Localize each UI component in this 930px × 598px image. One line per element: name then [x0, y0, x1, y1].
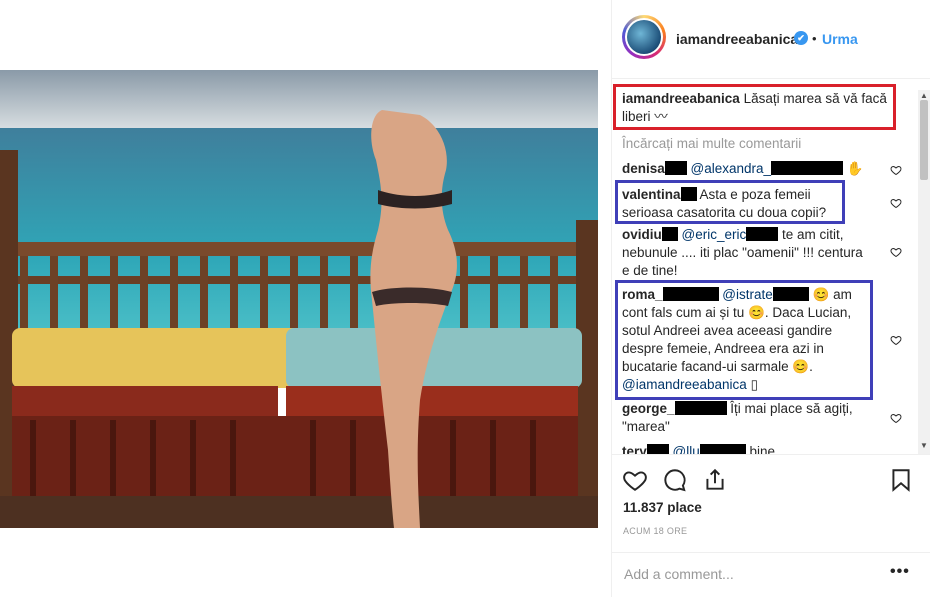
post-header: iamandreeabanica ✔ • Urma	[612, 0, 930, 79]
redaction-bar	[746, 227, 779, 241]
like-comment-heart-icon[interactable]	[890, 412, 902, 424]
comment-mention[interactable]: @alexandra_	[691, 161, 772, 176]
likes-count[interactable]: 11.837 place	[623, 500, 702, 515]
load-more-comments-button[interactable]: Încărcați mai multe comentarii	[622, 136, 801, 151]
post-timestamp[interactable]: ACUM 18 ORE	[623, 526, 687, 536]
scroll-down-arrow-icon[interactable]: ▼	[920, 442, 928, 450]
like-comment-heart-icon[interactable]	[890, 164, 902, 176]
share-icon[interactable]	[702, 467, 728, 493]
like-heart-icon[interactable]	[622, 467, 648, 493]
post-photo[interactable]	[0, 70, 598, 528]
comment-username[interactable]: ovidiu	[622, 227, 662, 242]
like-comment-heart-icon[interactable]	[890, 246, 902, 258]
verified-badge-icon: ✔	[794, 31, 808, 45]
highlight-box-red	[613, 84, 896, 130]
comment-username[interactable]: denisa	[622, 161, 665, 176]
comment-mention[interactable]: @llu	[673, 444, 700, 454]
bookmark-icon[interactable]	[888, 467, 914, 493]
highlight-box-blue	[615, 280, 873, 400]
comment-item: george_ Îți mai place să agiți, "marea"	[622, 400, 862, 436]
post-username[interactable]: iamandreeabanica	[676, 31, 798, 47]
scrollbar-thumb[interactable]	[920, 100, 928, 180]
add-comment-bar: •••	[612, 552, 930, 598]
comment-username[interactable]: tery	[622, 444, 647, 454]
comments-list[interactable]: iamandreeabanica Lăsați marea să vă facă…	[612, 80, 912, 454]
follow-button[interactable]: Urma	[822, 31, 858, 47]
comment-item: denisa @alexandra_ ✋	[622, 160, 872, 178]
comment-item: tery @llu bine	[622, 443, 872, 454]
comment-text: bine	[749, 444, 776, 454]
comments-scrollbar[interactable]: ▲ ▼	[918, 90, 930, 454]
add-comment-input[interactable]	[622, 565, 866, 583]
comment-mention[interactable]: @eric_eric	[682, 227, 747, 242]
like-comment-heart-icon[interactable]	[890, 334, 902, 346]
redaction-bar	[661, 227, 678, 241]
hand-icon: ✋	[846, 161, 864, 176]
avatar-image	[627, 20, 661, 54]
scroll-up-arrow-icon[interactable]: ▲	[920, 92, 928, 100]
comment-item: ovidiu @eric_eric te am citit, nebunule …	[622, 226, 872, 280]
beach-photo-image	[0, 70, 598, 528]
redaction-bar	[674, 401, 727, 415]
comment-bubble-icon[interactable]	[662, 467, 688, 493]
more-options-icon[interactable]: •••	[890, 563, 910, 581]
highlight-box-blue	[615, 180, 845, 224]
redaction-bar	[664, 161, 687, 175]
redaction-bar	[771, 161, 844, 175]
redaction-bar	[699, 444, 746, 454]
separator-dot: •	[812, 31, 817, 46]
comment-username[interactable]: george_	[622, 401, 675, 416]
redaction-bar	[646, 444, 669, 454]
avatar[interactable]	[622, 15, 666, 59]
like-comment-heart-icon[interactable]	[890, 197, 902, 209]
